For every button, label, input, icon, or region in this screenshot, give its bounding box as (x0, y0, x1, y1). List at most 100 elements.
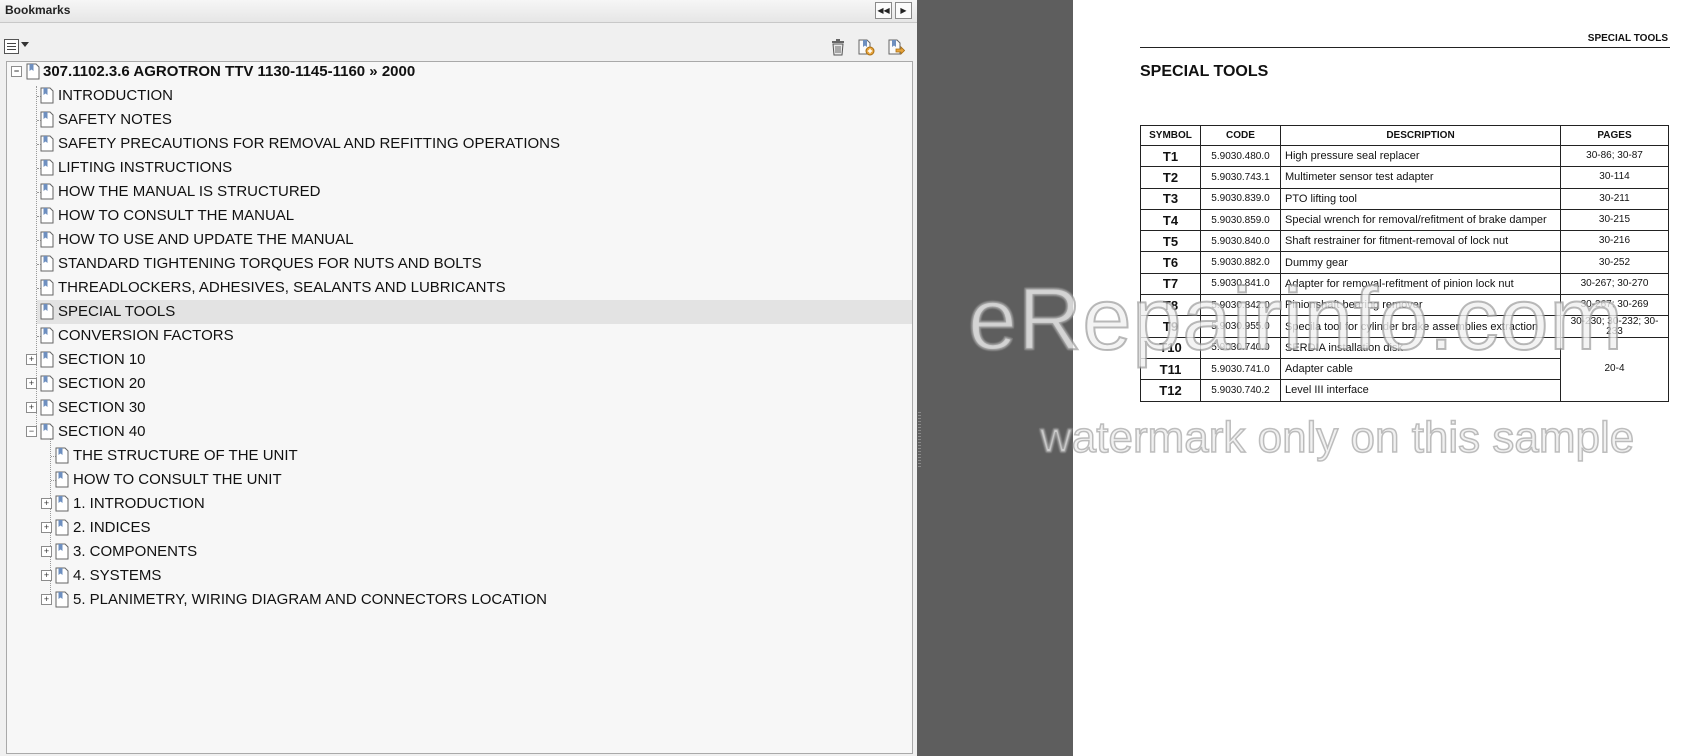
bookmark-label: HOW THE MANUAL IS STRUCTURED (58, 183, 321, 200)
bookmark-icon (40, 183, 54, 200)
expand-toggle-icon[interactable]: + (26, 402, 37, 413)
symbol-cell: T8 (1140, 294, 1201, 317)
panel-splitter-handle[interactable] (918, 412, 921, 467)
expand-panel-button[interactable]: ▶ (895, 2, 912, 19)
code-cell: 5.9030.955.0 (1200, 315, 1281, 338)
description-cell: PTO lifting tool (1280, 187, 1561, 210)
bookmark-label: STANDARD TIGHTENING TORQUES FOR NUTS AND… (58, 255, 482, 272)
symbol-cell: T1 (1140, 144, 1201, 168)
bookmark-item[interactable]: LIFTING INSTRUCTIONS (7, 156, 912, 180)
code-cell: 5.9030.839.0 (1200, 187, 1281, 210)
bookmark-label: 4. SYSTEMS (73, 567, 162, 584)
bookmark-root-label: 307.1102.3.6 AGROTRON TTV 1130-1145-1160… (43, 63, 416, 80)
bookmark-item-selected[interactable]: SPECIAL TOOLS (37, 300, 912, 324)
bookmark-icon (55, 495, 69, 512)
table-row: T10 5.9030.740.0 SERDIA installation dis… (1140, 336, 1669, 402)
bookmark-icon (40, 135, 54, 152)
bookmark-icon (40, 87, 54, 104)
expand-toggle-icon[interactable]: + (41, 498, 52, 509)
expand-toggle-icon[interactable]: + (41, 570, 52, 581)
expand-toggle-icon[interactable]: + (41, 522, 52, 533)
description-cell: Dummy gear (1280, 251, 1561, 274)
bookmark-item[interactable]: + 1. INTRODUCTION (7, 492, 912, 516)
bookmark-item[interactable]: HOW THE MANUAL IS STRUCTURED (7, 180, 912, 204)
bookmark-icon (40, 327, 54, 344)
bookmark-item[interactable]: STANDARD TIGHTENING TORQUES FOR NUTS AND… (7, 252, 912, 276)
symbol-cell: T10 (1140, 336, 1201, 359)
bookmark-item[interactable]: + SECTION 30 (7, 396, 912, 420)
code-cell: 5.9030.740.0 (1200, 336, 1281, 359)
description-cell: High pressure seal replacer (1280, 144, 1561, 168)
collapse-toggle-icon[interactable]: − (11, 66, 22, 77)
bookmark-icon (40, 399, 54, 416)
options-menu-icon (4, 39, 19, 54)
table-row: T7 5.9030.841.0 Adapter for removal-refi… (1140, 272, 1669, 296)
code-cell: 5.9030.841.0 (1200, 272, 1281, 296)
running-head: SPECIAL TOOLS (1587, 33, 1668, 44)
expand-toggle-icon[interactable]: + (26, 378, 37, 389)
bookmark-item[interactable]: INTRODUCTION (7, 84, 912, 108)
code-cell: 5.9030.480.0 (1200, 144, 1281, 168)
table-row: T9 5.9030.955.0 Specila tool for cylinde… (1140, 315, 1669, 338)
options-menu-button[interactable] (4, 38, 29, 54)
bookmark-label: 1. INTRODUCTION (73, 495, 205, 512)
bookmarks-panel: Bookmarks ◀◀ ▶ − 307.1102.3.6 AGROTRON T… (0, 0, 917, 756)
collapse-panel-button[interactable]: ◀◀ (875, 2, 892, 19)
bookmark-item[interactable]: THREADLOCKERS, ADHESIVES, SEALANTS AND L… (7, 276, 912, 300)
symbol-cell: T9 (1140, 315, 1201, 338)
symbol-cell: T12 (1140, 379, 1201, 402)
bookmark-item[interactable]: HOW TO USE AND UPDATE THE MANUAL (7, 228, 912, 252)
bookmark-item[interactable]: + 3. COMPONENTS (7, 540, 912, 564)
bookmark-item[interactable]: + 5. PLANIMETRY, WIRING DIAGRAM AND CONN… (7, 588, 912, 612)
table-row: T8 5.9030.842.0 Pinionshaft bearing remo… (1140, 294, 1669, 317)
code-cell: 5.9030.882.0 (1200, 251, 1281, 274)
table-row: T1 5.9030.480.0 High pressure seal repla… (1140, 144, 1669, 168)
bookmark-label: HOW TO CONSULT THE MANUAL (58, 207, 295, 224)
bookmark-icon (55, 567, 69, 584)
collapse-toggle-icon[interactable]: − (26, 426, 37, 437)
header-rule (1140, 47, 1670, 48)
bookmark-item[interactable]: HOW TO CONSULT THE MANUAL (7, 204, 912, 228)
bookmark-label: SECTION 30 (58, 399, 146, 416)
bookmark-item[interactable]: SAFETY PRECAUTIONS FOR REMOVAL AND REFIT… (7, 132, 912, 156)
bookmark-item[interactable]: SAFETY NOTES (7, 108, 912, 132)
pages-cell: 30-211 (1560, 187, 1669, 210)
expand-toggle-icon[interactable]: + (26, 354, 37, 365)
bookmark-item[interactable]: + SECTION 10 (7, 348, 912, 372)
description-cell: Level III interface (1280, 379, 1561, 402)
bookmark-item[interactable]: HOW TO CONSULT THE UNIT (7, 468, 912, 492)
table-row: T5 5.9030.840.0 Shaft restrainer for fit… (1140, 230, 1669, 253)
trash-icon[interactable] (829, 38, 847, 56)
bookmark-item[interactable]: + 4. SYSTEMS (7, 564, 912, 588)
bookmark-icon (40, 111, 54, 128)
bookmark-properties-icon[interactable] (887, 38, 905, 56)
expand-toggle-icon[interactable]: + (41, 546, 52, 557)
bookmark-label: SECTION 20 (58, 375, 146, 392)
code-cell: 5.9030.840.0 (1200, 230, 1281, 253)
bookmark-icon (40, 303, 54, 320)
table-row: T2 5.9030.743.1 Multimeter sensor test a… (1140, 166, 1669, 189)
new-bookmark-icon[interactable] (857, 38, 875, 56)
code-cell: 5.9030.859.0 (1200, 208, 1281, 232)
bookmark-icon (55, 447, 69, 464)
bookmark-item[interactable]: + SECTION 20 (7, 372, 912, 396)
page-title: SPECIAL TOOLS (1140, 63, 1269, 80)
code-cell: 5.9030.842.0 (1200, 294, 1281, 317)
bookmark-icon (40, 375, 54, 392)
table-row: T3 5.9030.839.0 PTO lifting tool 30-211 (1140, 187, 1669, 210)
description-cell: Special wrench for removal/refitment of … (1280, 208, 1561, 232)
viewer-gutter (917, 0, 1073, 756)
bookmark-label: SECTION 40 (58, 423, 146, 440)
pages-cell: 20-4 (1560, 336, 1669, 402)
bookmark-item[interactable]: − SECTION 40 (7, 420, 912, 444)
bookmark-item[interactable]: CONVERSION FACTORS (7, 324, 912, 348)
bookmark-item[interactable]: THE STRUCTURE OF THE UNIT (7, 444, 912, 468)
bookmark-root[interactable]: − 307.1102.3.6 AGROTRON TTV 1130-1145-11… (7, 60, 912, 84)
bookmark-label: SECTION 10 (58, 351, 146, 368)
expand-toggle-icon[interactable]: + (41, 594, 52, 605)
bookmark-label: THREADLOCKERS, ADHESIVES, SEALANTS AND L… (58, 279, 506, 296)
bookmark-item[interactable]: + 2. INDICES (7, 516, 912, 540)
symbol-cell: T3 (1140, 187, 1201, 210)
code-cell: 5.9030.741.0 (1200, 357, 1281, 381)
column-header: SYMBOL (1140, 125, 1201, 146)
